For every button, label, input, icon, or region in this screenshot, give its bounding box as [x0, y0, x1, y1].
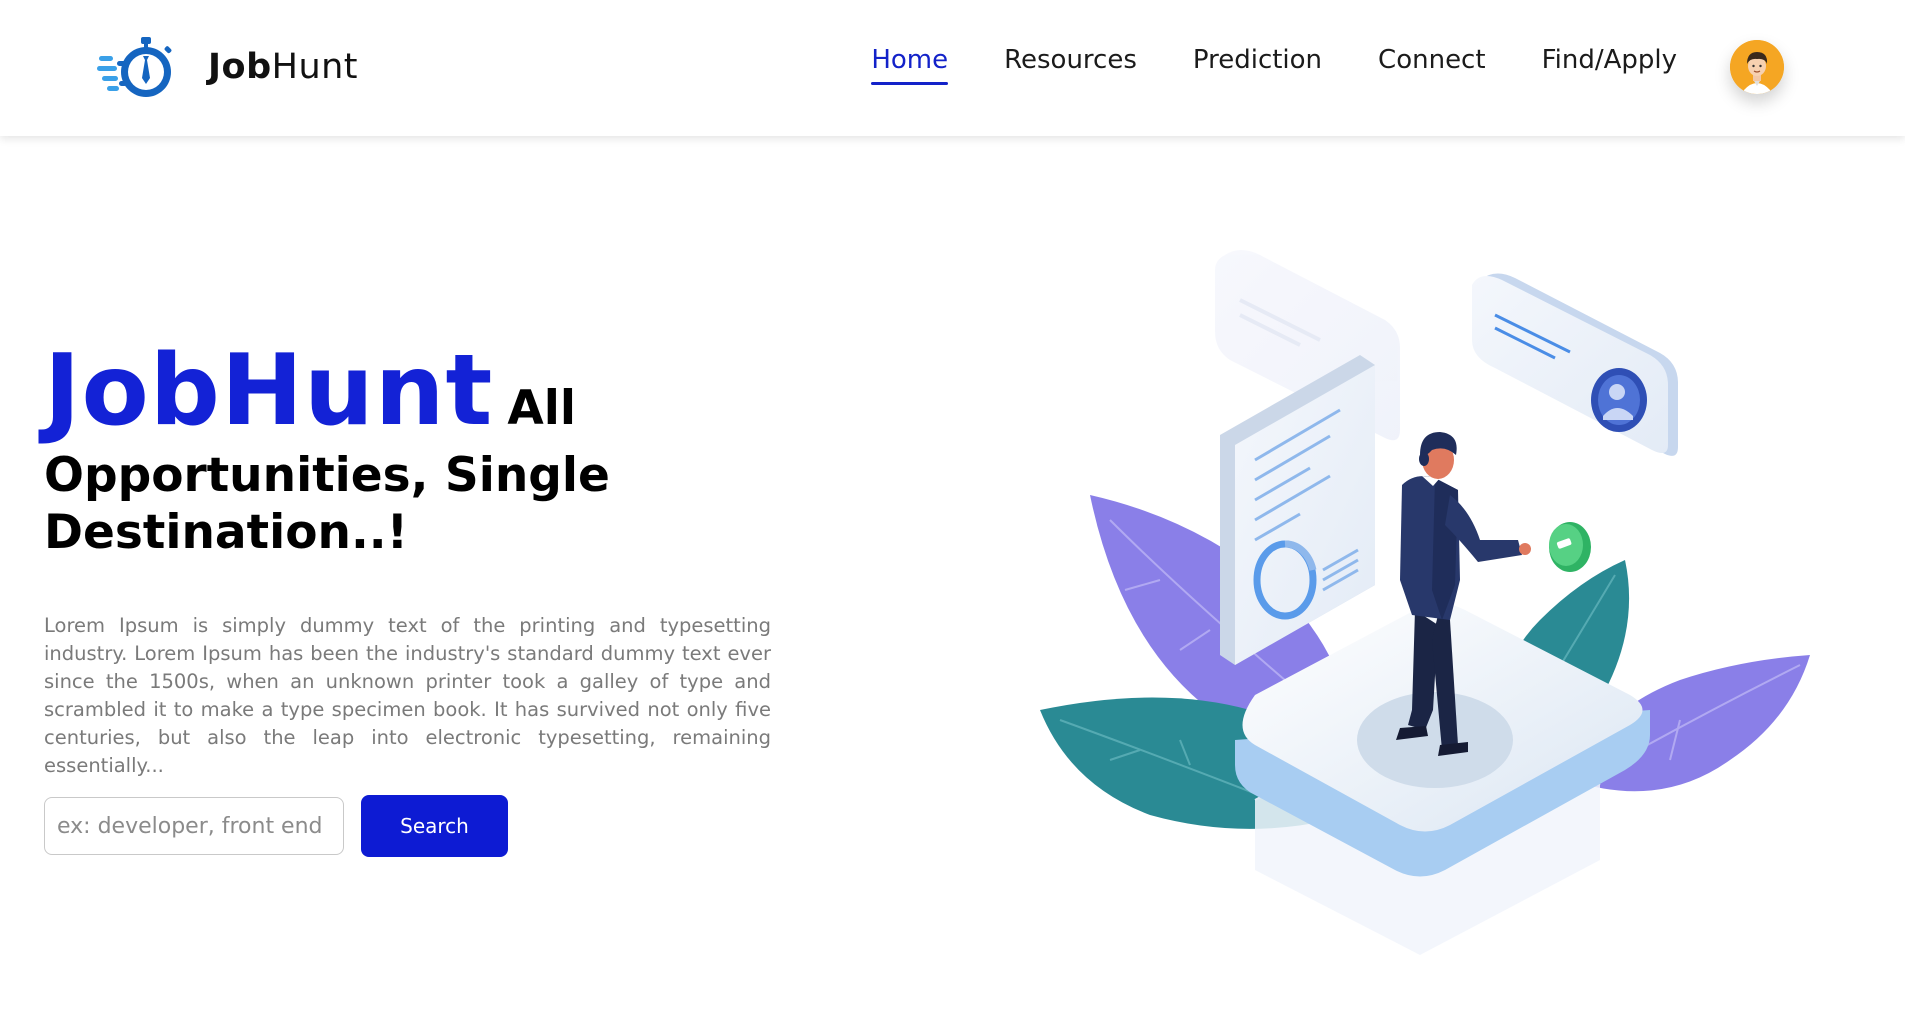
- hero-title-brand: JobHunt: [44, 334, 494, 448]
- hero-description: Lorem Ipsum is simply dummy text of the …: [44, 613, 771, 777]
- brand-name: JobHunt: [208, 47, 358, 87]
- brand-name-regular: Hunt: [271, 47, 359, 87]
- hero-title: JobHunt All Opportunities, Single Destina…: [44, 340, 744, 561]
- nav-item-prediction[interactable]: Prediction: [1193, 45, 1322, 81]
- top-navbar: JobHunt Home Resources Prediction Connec…: [0, 0, 1905, 136]
- nav-item-home[interactable]: Home: [871, 45, 948, 85]
- hero-title-tagline-start: All: [507, 381, 576, 436]
- profile-card: [1472, 273, 1678, 456]
- nav-item-connect[interactable]: Connect: [1378, 45, 1486, 81]
- search-bar: Search: [44, 795, 508, 857]
- job-search-isometric-illustration: [1040, 250, 1810, 955]
- brand[interactable]: JobHunt: [97, 34, 358, 100]
- nav-item-resources[interactable]: Resources: [1004, 45, 1137, 81]
- hero-title-tagline: Opportunities, Single Destination..!: [44, 447, 610, 560]
- green-button: [1549, 522, 1591, 572]
- main-nav: Home Resources Prediction Connect Find/A…: [871, 45, 1677, 85]
- search-button[interactable]: Search: [361, 795, 508, 857]
- hero-illustration: [1040, 240, 1840, 970]
- nav-item-find-apply[interactable]: Find/Apply: [1542, 45, 1677, 81]
- user-avatar-icon: [1730, 40, 1784, 94]
- document-card: [1220, 355, 1375, 665]
- search-input[interactable]: [44, 797, 344, 855]
- page: JobHunt Home Resources Prediction Connec…: [0, 0, 1905, 1029]
- stopwatch-tie-icon: [97, 37, 172, 97]
- avatar[interactable]: [1730, 40, 1784, 94]
- brand-name-bold: Job: [208, 47, 272, 87]
